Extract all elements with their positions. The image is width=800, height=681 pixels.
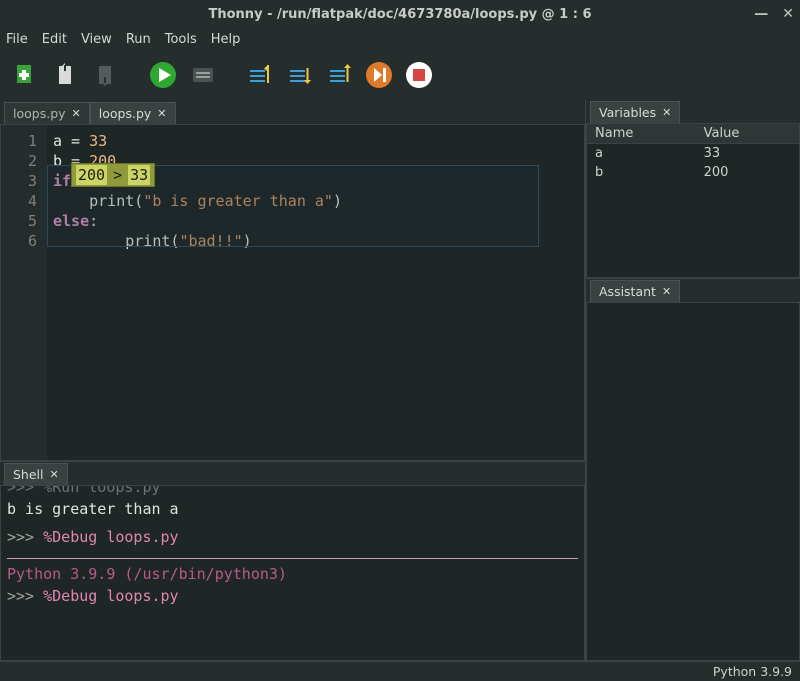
- save-file-button[interactable]: [90, 60, 120, 90]
- status-python-version: Python 3.9.9: [713, 664, 792, 679]
- variables-tab[interactable]: Variables ✕: [590, 101, 680, 123]
- debug-eval-tooltip: 200 > 33: [71, 163, 155, 187]
- open-file-button[interactable]: [50, 60, 80, 90]
- window-title: Thonny - /run/flatpak/doc/4673780a/loops…: [209, 7, 592, 22]
- debug-button[interactable]: [188, 60, 218, 90]
- editor-tab-label: loops.py: [99, 106, 152, 121]
- variables-col-name: Name: [587, 124, 696, 144]
- variable-row[interactable]: b 200: [587, 163, 799, 182]
- shell-output[interactable]: >>> %Run loops.py b is greater than a >>…: [1, 486, 584, 611]
- menu-view[interactable]: View: [81, 32, 112, 47]
- debug-eval-rhs: 33: [128, 165, 150, 185]
- stop-button[interactable]: [404, 60, 434, 90]
- assistant-body: [586, 303, 800, 661]
- menu-file[interactable]: File: [6, 32, 28, 47]
- variables-panel: Variables ✕ Name Value a 33 b 2: [586, 100, 800, 278]
- shell-tab[interactable]: Shell ✕: [4, 463, 68, 485]
- statusbar: Python 3.9.9: [0, 661, 800, 681]
- variables-tab-label: Variables: [599, 105, 656, 120]
- menubar: File Edit View Run Tools Help: [0, 28, 800, 50]
- debug-eval-op: >: [113, 165, 122, 185]
- new-file-button[interactable]: [10, 60, 40, 90]
- assistant-tab-label: Assistant: [599, 284, 656, 299]
- shell-tab-label: Shell: [13, 467, 44, 482]
- assistant-tab[interactable]: Assistant ✕: [590, 280, 680, 302]
- close-tab-icon[interactable]: ✕: [662, 106, 671, 119]
- menu-help[interactable]: Help: [211, 32, 241, 47]
- menu-tools[interactable]: Tools: [165, 32, 197, 47]
- menu-edit[interactable]: Edit: [42, 32, 67, 47]
- variables-col-value: Value: [696, 124, 799, 144]
- menu-run[interactable]: Run: [126, 32, 151, 47]
- code-area[interactable]: a = 33 b = 200 if b > a: print("b is gre…: [47, 125, 584, 460]
- variables-table: Name Value a 33 b 200: [587, 124, 799, 182]
- close-icon[interactable]: ✕: [782, 6, 794, 22]
- close-tab-icon[interactable]: ✕: [662, 285, 671, 298]
- step-out-button[interactable]: [324, 60, 354, 90]
- close-tab-icon[interactable]: ✕: [50, 468, 59, 481]
- line-gutter: 1 2 3 4 5 6: [1, 125, 47, 460]
- assistant-panel: Assistant ✕: [586, 278, 800, 661]
- code-editor[interactable]: 1 2 3 4 5 6 a = 33 b = 200 if b > a: pri…: [0, 124, 585, 461]
- minimize-icon[interactable]: —: [754, 6, 768, 22]
- toolbar: [0, 50, 800, 100]
- step-over-button[interactable]: [244, 60, 274, 90]
- titlebar: Thonny - /run/flatpak/doc/4673780a/loops…: [0, 0, 800, 28]
- editor-tab-2[interactable]: loops.py ✕: [90, 102, 176, 124]
- step-into-button[interactable]: [284, 60, 314, 90]
- resume-button[interactable]: [364, 60, 394, 90]
- editor-tabs: loops.py ✕ loops.py ✕: [0, 100, 585, 124]
- shell-separator: [7, 558, 578, 559]
- run-button[interactable]: [148, 60, 178, 90]
- close-tab-icon[interactable]: ✕: [72, 107, 81, 120]
- shell-panel: Shell ✕ >>> %Run loops.py b is greater t…: [0, 461, 585, 661]
- debug-eval-lhs: 200: [76, 165, 107, 185]
- editor-tab-label: loops.py: [13, 106, 66, 121]
- editor-tab-1[interactable]: loops.py ✕: [4, 102, 90, 124]
- variable-row[interactable]: a 33: [587, 144, 799, 164]
- close-tab-icon[interactable]: ✕: [157, 107, 166, 120]
